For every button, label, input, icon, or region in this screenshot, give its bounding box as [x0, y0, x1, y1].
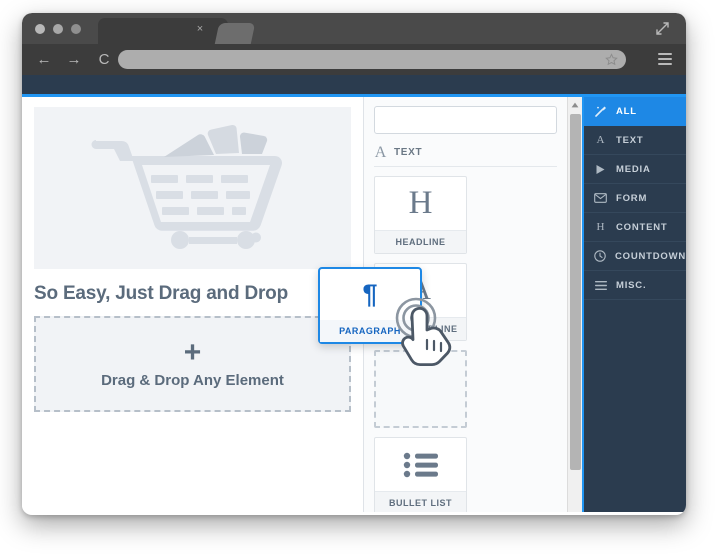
- tile-label: BULLET LIST: [375, 491, 466, 512]
- window-controls: [35, 24, 81, 34]
- content-h-icon: H: [596, 221, 605, 233]
- app-header-bar: [22, 75, 686, 97]
- bullet-list-icon: [375, 438, 466, 491]
- sidebar-item-text[interactable]: A TEXT: [584, 126, 686, 155]
- expand-icon[interactable]: [655, 21, 670, 36]
- hero-title: So Easy, Just Drag and Drop: [34, 283, 288, 304]
- element-tile-headline[interactable]: H HEADLINE: [374, 176, 467, 254]
- misc-lines-icon: [594, 279, 607, 292]
- sidebar-item-form[interactable]: FORM: [584, 184, 686, 213]
- close-window-button[interactable]: [35, 24, 45, 34]
- hand-cursor-icon: [392, 296, 458, 366]
- minimize-window-button[interactable]: [53, 24, 63, 34]
- dropzone-label: Drag & Drop Any Element: [101, 371, 284, 389]
- browser-tab-bar: ×: [22, 13, 686, 44]
- text-a-icon: A: [374, 143, 387, 161]
- element-tile-bullet-list[interactable]: BULLET LIST: [374, 437, 467, 512]
- forward-icon[interactable]: →: [62, 48, 86, 72]
- sidebar-item-label: ALL: [616, 105, 637, 117]
- maximize-window-button[interactable]: [71, 24, 81, 34]
- scrollbar-thumb[interactable]: [570, 114, 581, 470]
- countdown-clock-icon: [594, 250, 606, 263]
- sidebar-item-content[interactable]: H CONTENT: [584, 213, 686, 242]
- scroll-up-arrow-icon[interactable]: [568, 97, 582, 112]
- browser-window: × ← → C So Easy, Just Drag and Drop + Dr…: [22, 13, 686, 515]
- media-play-icon: [594, 163, 607, 176]
- url-bar[interactable]: [118, 50, 626, 69]
- tile-label: HEADLINE: [375, 230, 466, 253]
- sidebar-item-label: FORM: [616, 192, 648, 204]
- hero-image-block[interactable]: [34, 107, 351, 269]
- category-sidebar: ALL A TEXT MEDIA FORM H CONTENT COUNTDOW…: [582, 97, 686, 512]
- sidebar-item-media[interactable]: MEDIA: [584, 155, 686, 184]
- browser-tab-active[interactable]: [98, 18, 228, 44]
- sidebar-item-label: MISC.: [616, 279, 647, 291]
- reload-icon[interactable]: C: [92, 48, 116, 72]
- tab-close-icon[interactable]: ×: [194, 23, 206, 35]
- sidebar-item-all[interactable]: ALL: [584, 97, 686, 126]
- section-label: TEXT: [394, 147, 423, 158]
- panel-scrollbar[interactable]: [567, 97, 582, 512]
- sidebar-item-misc[interactable]: MISC.: [584, 271, 686, 300]
- headline-h-icon: H: [408, 185, 433, 221]
- shopping-cart-icon: [90, 123, 296, 254]
- back-icon[interactable]: ←: [32, 48, 56, 72]
- browser-menu-icon[interactable]: [658, 53, 672, 66]
- browser-tab-new[interactable]: [214, 23, 256, 44]
- sidebar-item-label: COUNTDOWN: [615, 250, 686, 262]
- dropzone-plus-icon: +: [183, 335, 202, 369]
- sidebar-item-label: CONTENT: [616, 221, 668, 233]
- text-a-icon: A: [596, 134, 605, 146]
- sidebar-item-label: TEXT: [616, 134, 644, 146]
- browser-nav-bar: ← → C: [22, 44, 686, 75]
- sidebar-item-countdown[interactable]: COUNTDOWN: [584, 242, 686, 271]
- form-envelope-icon: [594, 192, 607, 205]
- page-canvas[interactable]: So Easy, Just Drag and Drop + Drag & Dro…: [22, 97, 363, 512]
- all-magic-wand-icon: [594, 105, 607, 118]
- search-input[interactable]: [374, 106, 557, 134]
- dropzone[interactable]: + Drag & Drop Any Element: [34, 316, 351, 412]
- bookmark-star-icon[interactable]: [605, 53, 618, 66]
- section-header-text: A TEXT: [374, 143, 557, 167]
- sidebar-item-label: MEDIA: [616, 163, 651, 175]
